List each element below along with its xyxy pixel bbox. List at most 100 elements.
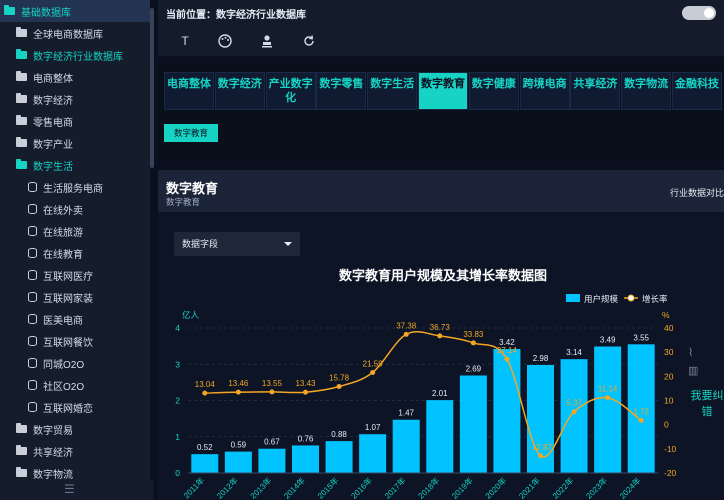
sidebar-item[interactable]: 数字生活 [0,154,150,176]
sub-category-tag[interactable]: 数字教育 [164,124,218,142]
line-point [437,333,443,339]
bar-value-label: 2.01 [432,389,448,398]
x-tick: 2016年 [349,475,374,500]
bar-value-label: 3.14 [566,348,582,357]
sidebar-item[interactable]: 在线旅游 [0,220,150,242]
database-icon [28,402,37,412]
bar [392,419,420,473]
y-right-tick: 10 [664,396,674,406]
sidebar-item[interactable]: 数字物流 [0,462,150,484]
category-tabs: 电商整体 数字经济 产业数字化 数字零售 数字生活 数字教育 数字健康 跨境电商 共享经济 数字物… [164,72,723,110]
feedback-button[interactable]: 我要纠错 [690,384,724,424]
line-value-label: 13.04 [195,380,216,389]
category-tab[interactable]: 金融科技 [671,72,722,110]
line-value-label: 13.46 [228,379,249,388]
sidebar-item-label: 数字经济 [33,95,73,107]
y-right-tick: -10 [664,444,677,454]
line-point [504,356,510,362]
line-chart-icon[interactable]: ⌇ [688,346,706,364]
sidebar-item[interactable]: 共享经济 [0,440,150,462]
line-value-label: 21.59 [363,359,384,368]
database-icon [28,336,37,346]
sidebar-item[interactable]: 医美电商 [0,308,150,330]
combo-chart: 数字教育用户规模及其增长率数据图用户规模 增长率亿人 % 0 1 2 3 4 -20 -10 0 10… [175,268,677,500]
x-tick: 2022年 [550,475,575,500]
sidebar-item[interactable]: 数字产业 [0,132,150,154]
line-point [638,418,644,424]
line-point [403,331,409,337]
line-value-label: 36.73 [430,323,451,332]
sidebar-item-label: 互联网餐饮 [43,337,93,349]
palette-icon[interactable] [218,34,232,48]
sidebar-scrollbar[interactable] [150,0,154,480]
category-tab[interactable]: 数字生活 [367,72,418,110]
sidebar-item[interactable]: 在线外卖 [0,198,150,220]
bar-value-label: 0.59 [231,441,247,450]
x-tick: 2023年 [584,475,609,500]
bar [426,400,454,473]
sidebar-item-label: 数字产业 [33,139,73,151]
line-point [370,369,376,375]
category-tab[interactable]: 跨境电商 [519,72,570,110]
sidebar-item[interactable]: 互联网家装 [0,286,150,308]
sidebar-item[interactable]: 在线教育 [0,242,150,264]
sidebar-item[interactable]: 数字经济 [0,88,150,110]
line-point [269,389,275,395]
sidebar-item[interactable]: 零售电商 [0,110,150,132]
breadcrumb: 当前位置：数字经济行业数据库 [166,10,306,21]
category-tab[interactable]: 数字教育 [417,72,468,110]
bar [493,349,521,473]
compare-link[interactable]: 行业数据对比 [670,186,724,199]
sidebar-scroll-thumb[interactable] [150,8,154,168]
x-tick: 2017年 [382,475,407,500]
field-select-value: 数据字段 [182,239,219,249]
sidebar-item[interactable]: 互联网医疗 [0,264,150,286]
category-tab[interactable]: 数字健康 [468,72,519,110]
sidebar-item[interactable]: 生活服务电商 [0,176,150,198]
bar-value-label: 1.07 [365,423,381,432]
sidebar-item[interactable]: 互联网餐饮 [0,330,150,352]
y-left-tick: 3 [175,359,180,369]
top-header: 当前位置：数字经济行业数据库 T [158,0,724,56]
line-point [538,453,543,459]
bar-value-label: 0.88 [331,430,347,439]
sidebar-item-label: 数字生活 [33,161,73,173]
theme-toggle[interactable] [682,6,716,20]
sidebar-item[interactable]: 数字经济行业数据库 [0,44,150,66]
x-tick: 2013年 [248,475,273,500]
sidebar-item[interactable]: 同城O2O [0,352,150,374]
x-tick: 2018年 [416,475,441,500]
sidebar-item-label: 互联网医疗 [43,271,93,283]
sidebar-item-label: 零售电商 [33,117,73,129]
sidebar-item[interactable]: 社区O2O [0,374,150,396]
bar-chart-icon[interactable]: ▥ [688,364,706,382]
refresh-icon[interactable] [302,34,316,48]
category-tab[interactable]: 共享经济 [570,72,621,110]
x-tick: 2020年 [483,475,508,500]
sidebar-item[interactable]: 电商整体 [0,66,150,88]
bar [191,454,219,473]
category-tab[interactable]: 电商整体 [164,72,214,110]
x-tick: 2019年 [449,475,474,500]
category-tab[interactable]: 产业数字化 [265,72,316,110]
sidebar-item[interactable]: 全球电商数据库 [0,22,150,44]
sidebar-item[interactable]: 数字贸易 [0,418,150,440]
line-point [336,384,342,390]
chart-side-icons: ⌇ ▥ [688,346,706,382]
text-icon[interactable]: T [178,34,192,48]
x-tick: 2021年 [517,475,542,500]
sidebar-item[interactable]: 互联网婚恋 [0,396,150,418]
collapse-menu-icon[interactable]: ☰ [64,483,80,495]
line-value-label: 13.55 [262,379,283,388]
y-right-tick: 30 [664,347,674,357]
category-tab[interactable]: 数字经济 [214,72,265,110]
field-select[interactable]: 数据字段 [174,232,300,256]
legend-label-bar: 用户规模 [584,294,619,304]
database-icon [28,204,37,214]
y-left-tick: 4 [175,323,180,333]
sidebar-item[interactable]: 基础数据库 [0,0,150,22]
stamp-icon[interactable] [260,34,274,48]
category-tab[interactable]: 数字零售 [316,72,367,110]
category-tab[interactable]: 数字物流 [621,72,672,110]
bar-value-label: 2.69 [466,364,482,373]
